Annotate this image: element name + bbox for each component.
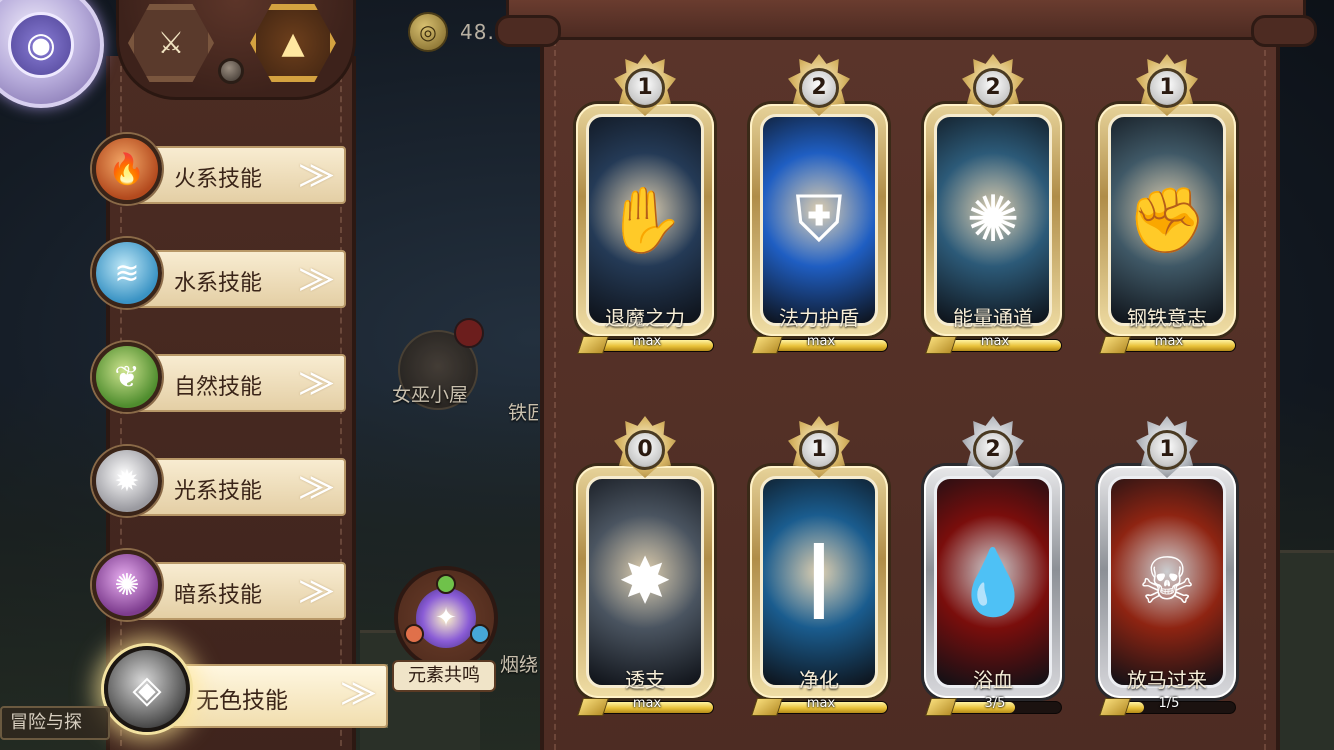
map-label-partial-2: 烟绕: [500, 654, 539, 676]
progress-text: max: [806, 334, 836, 349]
skill-name: 退魔之力: [605, 306, 685, 330]
chevron-right-icon: ⨠: [298, 261, 334, 296]
element-badge[interactable]: ◉: [0, 0, 104, 108]
leaf-icon: ❦: [92, 342, 162, 412]
vortex-icon: ✺: [92, 550, 162, 620]
progress-text: max: [632, 334, 662, 349]
element-tab-label: 水系技能: [174, 271, 263, 296]
page-indicator: [218, 58, 244, 84]
progress-text: max: [806, 696, 836, 711]
element-tab-label: 自然技能: [174, 375, 263, 400]
notification-dot: [454, 318, 484, 348]
shield-icon: ⛨: [760, 114, 878, 326]
chevron-right-icon: ⨠: [298, 469, 334, 504]
adventure-tab[interactable]: 冒险与探: [0, 706, 110, 740]
progress-text: max: [1154, 334, 1184, 349]
progress-text: 1/5: [1158, 696, 1180, 711]
skill-name: 能量通道: [953, 306, 1033, 330]
skill-progress: max: [1099, 334, 1236, 354]
chevron-right-icon: ⨠: [298, 365, 334, 400]
skill-progress: max: [751, 696, 888, 716]
blood-drop-icon: 💧: [934, 476, 1052, 688]
coin-icon: ◎: [408, 12, 448, 52]
skill-level-badge: 2: [973, 430, 1013, 470]
chevron-right-icon: ⨠: [340, 675, 376, 710]
skill-level-badge: 1: [1147, 430, 1187, 470]
chevron-right-icon: ⨠: [298, 573, 334, 608]
spiral-icon: ◉: [8, 12, 74, 78]
skill-level-badge: 2: [799, 68, 839, 108]
skill-card[interactable]: ✊ 1 钢铁意志 max: [1092, 50, 1242, 370]
hand-icon: ✋: [586, 114, 704, 326]
skill-card[interactable]: ✸ 0 透支 max: [570, 412, 720, 732]
skill-panel-top-frame: [495, 0, 1317, 47]
skill-card[interactable]: 💧 2 浴血 3/5: [918, 412, 1068, 732]
skill-name: 净化: [799, 668, 839, 692]
skill-name: 放马过来: [1127, 668, 1207, 692]
resonance-label: 元素共鸣: [392, 660, 496, 692]
skill-card[interactable]: ✋ 1 退魔之力 max: [570, 50, 720, 370]
element-tab-bar: 自然技能 ⨠: [132, 354, 346, 412]
water-orb-icon: [470, 624, 490, 644]
skill-card[interactable]: ⛨ 2 法力护盾 max: [744, 50, 894, 370]
element-tab-bar: 暗系技能 ⨠: [132, 562, 346, 620]
element-tab-bar: 火系技能 ⨠: [132, 146, 346, 204]
skill-level-badge: 1: [1147, 68, 1187, 108]
star-icon: ✦: [416, 588, 476, 648]
element-tab-label: 暗系技能: [174, 583, 263, 608]
diamond-icon: ◈: [104, 646, 190, 732]
skill-level-badge: 0: [625, 430, 665, 470]
nature-orb-icon: [436, 574, 456, 594]
progress-text: max: [980, 334, 1010, 349]
water-icon: ≋: [92, 238, 162, 308]
element-tab-label: 无色技能: [196, 688, 288, 714]
gauntlet-icon: ✊: [1108, 114, 1226, 326]
progress-text: 3/5: [984, 696, 1006, 711]
triforce-icon: ▲: [281, 25, 305, 61]
swirl-icon: ✺: [934, 114, 1052, 326]
fire-orb-icon: [404, 624, 424, 644]
skill-card[interactable]: ☠ 1 放马过来 1/5: [1092, 412, 1242, 732]
element-resonance-button[interactable]: ✦ 元素共鸣: [392, 566, 502, 692]
skill-level-badge: 1: [799, 430, 839, 470]
burst-icon: ✸: [586, 476, 704, 688]
sword-icon: ⚔: [157, 25, 185, 61]
beam-icon: ┃: [760, 476, 878, 688]
skill-progress: max: [925, 334, 1062, 354]
skill-level-badge: 1: [625, 68, 665, 108]
chevron-right-icon: ⨠: [298, 157, 334, 192]
skill-name: 法力护盾: [779, 306, 859, 330]
skill-name: 透支: [625, 668, 665, 692]
skill-level-badge: 2: [973, 68, 1013, 108]
skill-progress: max: [751, 334, 888, 354]
skill-progress: max: [577, 334, 714, 354]
skill-progress: max: [577, 696, 714, 716]
progress-text: max: [632, 696, 662, 711]
skill-card[interactable]: ✺ 2 能量通道 max: [918, 50, 1068, 370]
skill-name: 浴血: [973, 668, 1013, 692]
skill-progress: 1/5: [1099, 696, 1236, 716]
element-tab-bar: 光系技能 ⨠: [132, 458, 346, 516]
skill-name: 钢铁意志: [1127, 306, 1207, 330]
element-tab-bar: 水系技能 ⨠: [132, 250, 346, 308]
map-label-partial: 铁匠: [508, 402, 538, 424]
skill-card[interactable]: ┃ 1 净化 max: [744, 412, 894, 732]
fire-icon: 🔥: [92, 134, 162, 204]
skill-progress: 3/5: [925, 696, 1062, 716]
sun-icon: ✹: [92, 446, 162, 516]
element-tab-label: 光系技能: [174, 479, 263, 504]
taunt-icon: ☠: [1108, 476, 1226, 688]
element-tab-bar: 无色技能 ⨠: [160, 664, 388, 728]
map-label-witch-hut: 女巫小屋: [392, 384, 469, 406]
element-tab-label: 火系技能: [174, 167, 263, 192]
